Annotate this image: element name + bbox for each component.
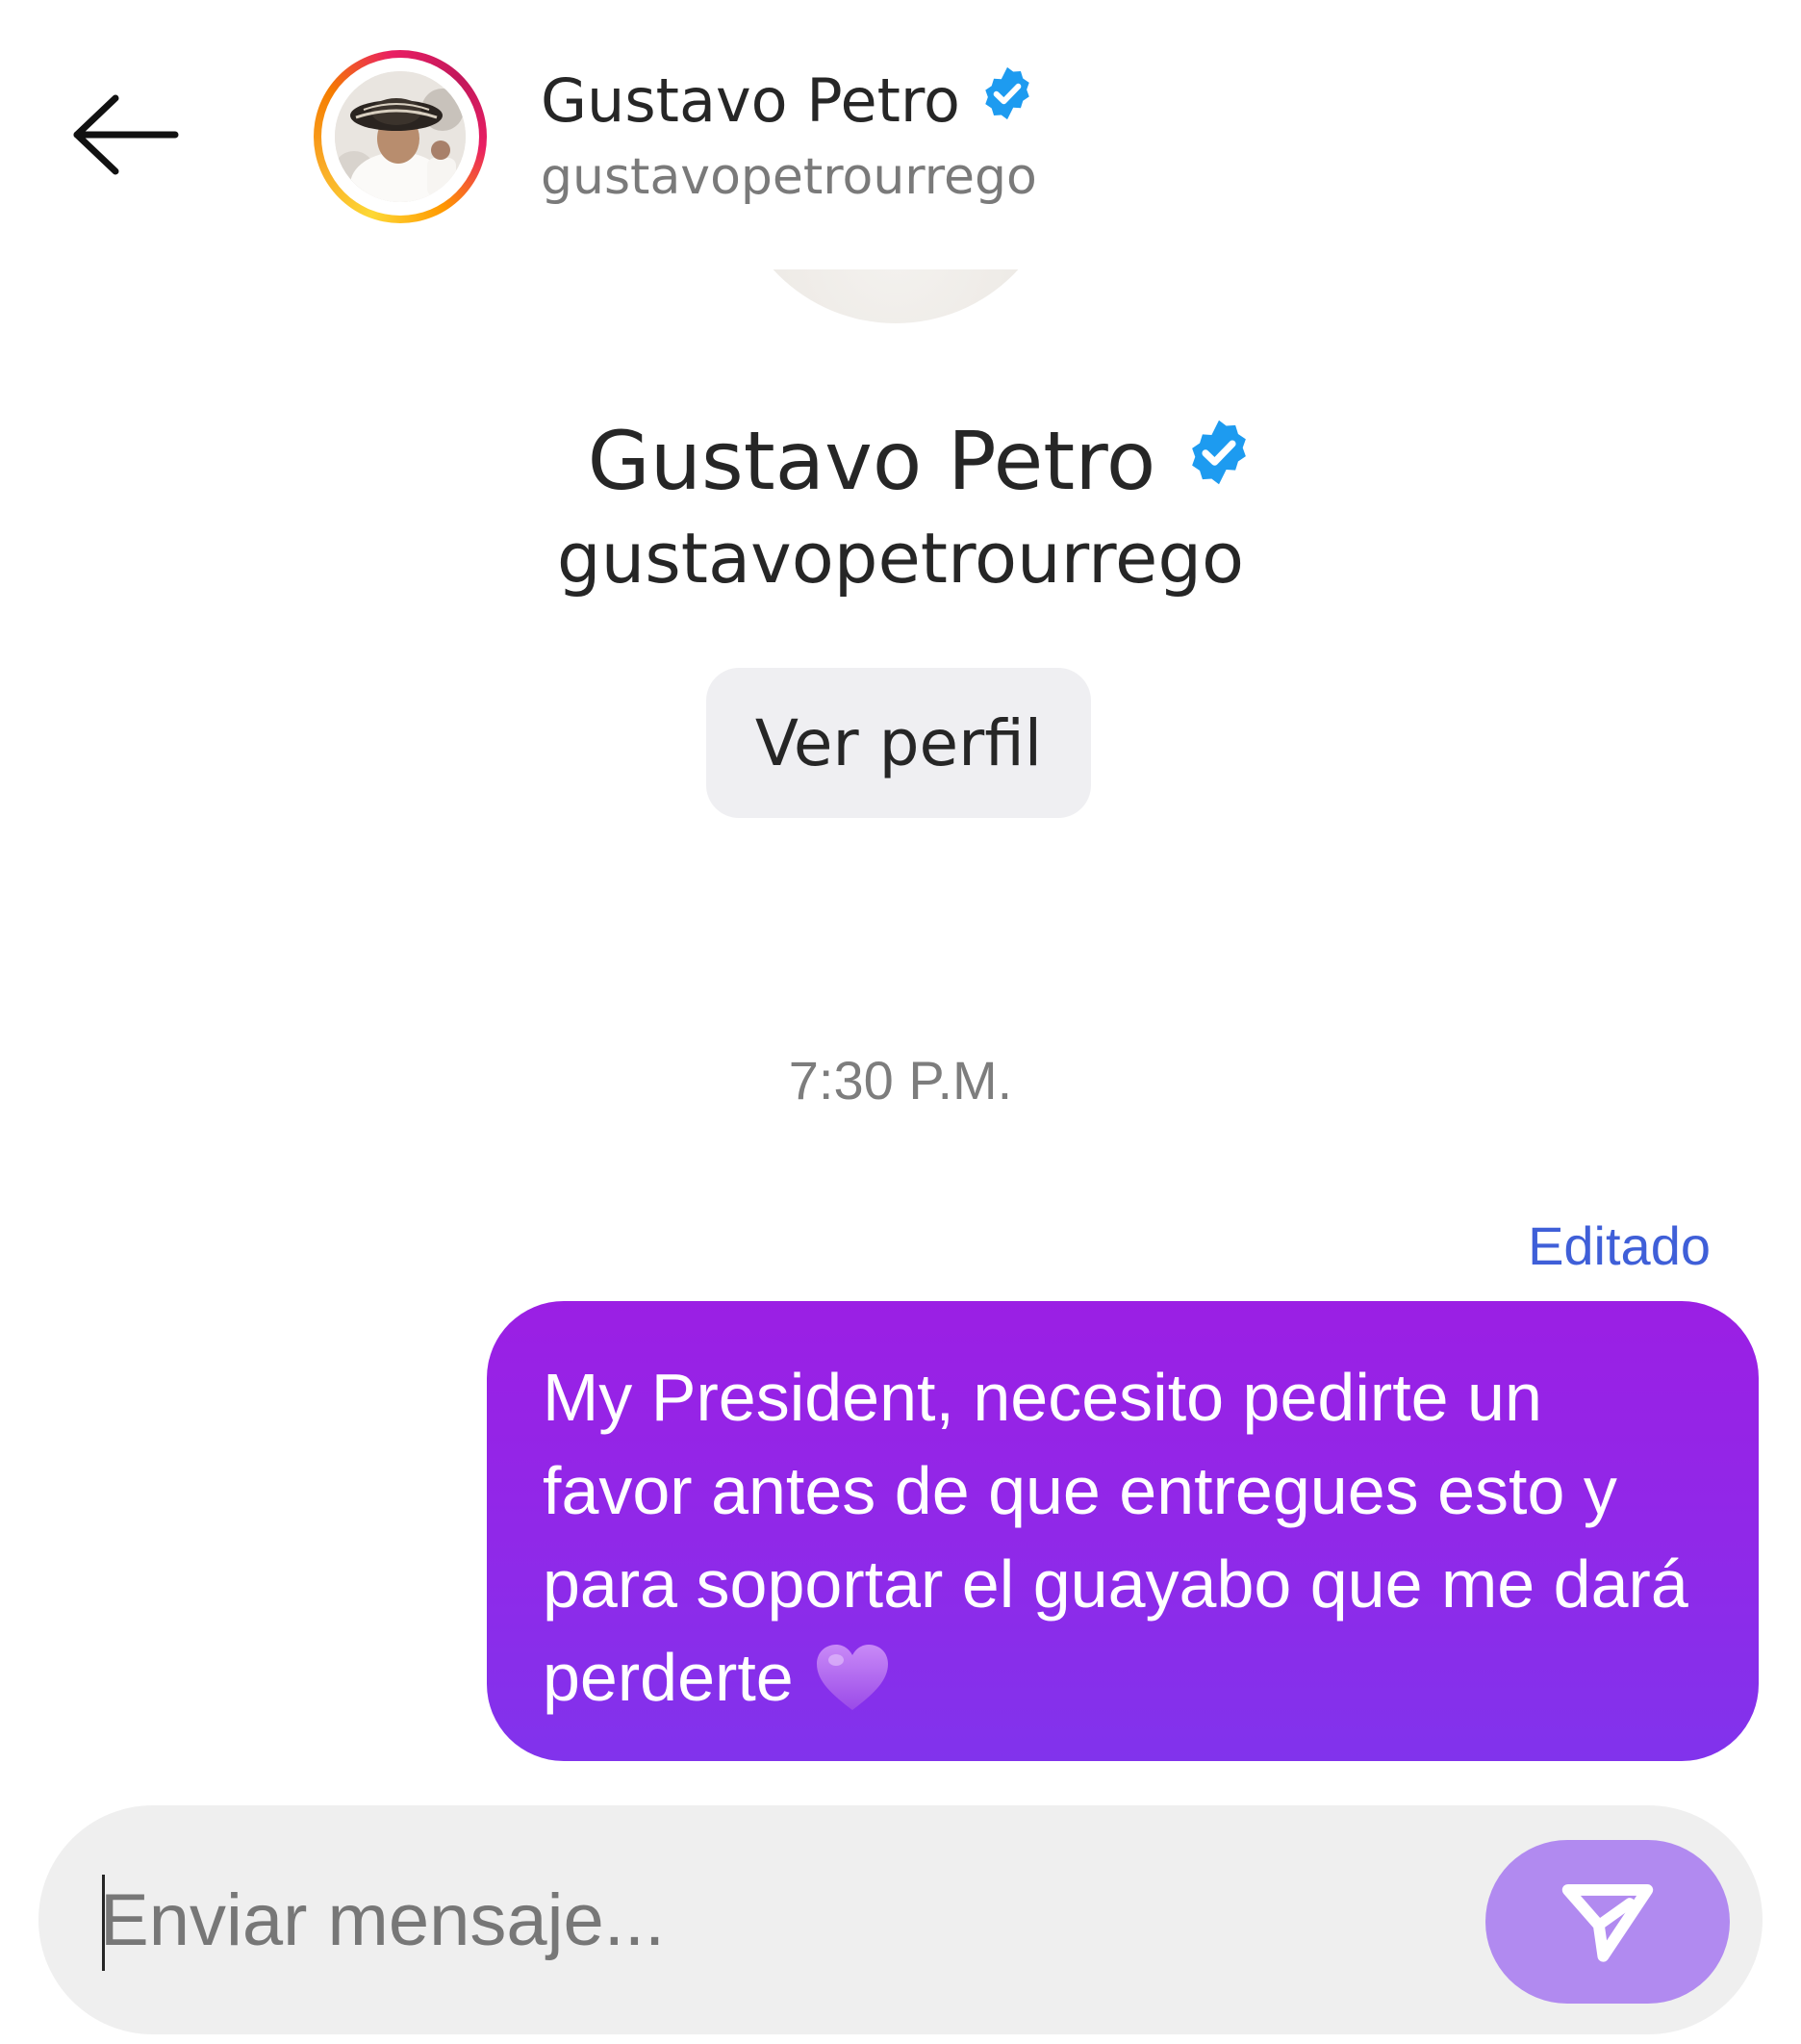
- header-name-text: Gustavo Petro: [541, 65, 960, 136]
- text-cursor: [102, 1875, 105, 1971]
- verified-badge-icon: [977, 64, 1037, 138]
- verified-badge-icon: [1182, 414, 1256, 508]
- message-timestamp: 7:30 P.M.: [788, 1050, 1013, 1111]
- sent-message-bubble[interactable]: My President, necesito pedirte un favor …: [487, 1301, 1759, 1761]
- back-button[interactable]: [67, 87, 192, 183]
- send-button[interactable]: [1485, 1840, 1730, 2004]
- message-text: My President, necesito pedirte un favor …: [543, 1351, 1709, 1725]
- paper-plane-icon: [1561, 1883, 1654, 1962]
- purple-heart-icon: [813, 1641, 892, 1714]
- profile-name: Gustavo Petro: [0, 414, 1801, 508]
- arrow-left-icon: [73, 94, 179, 175]
- message-composer: [38, 1805, 1763, 2034]
- header-title: Gustavo Petro: [541, 64, 1037, 138]
- chat-header: Gustavo Petro gustavopetrourrego: [0, 0, 1801, 269]
- profile-name-text: Gustavo Petro: [587, 414, 1156, 508]
- profile-handle: gustavopetrourrego: [556, 518, 1245, 599]
- avatar-photo: [335, 71, 466, 202]
- view-profile-button[interactable]: Ver perfil: [706, 668, 1091, 818]
- message-text-content: My President, necesito pedirte un favor …: [543, 1360, 1688, 1715]
- header-handle: gustavopetrourrego: [541, 148, 1037, 206]
- avatar[interactable]: [314, 50, 487, 223]
- message-input[interactable]: [100, 1857, 1447, 1982]
- edited-label: Editado: [1528, 1215, 1711, 1276]
